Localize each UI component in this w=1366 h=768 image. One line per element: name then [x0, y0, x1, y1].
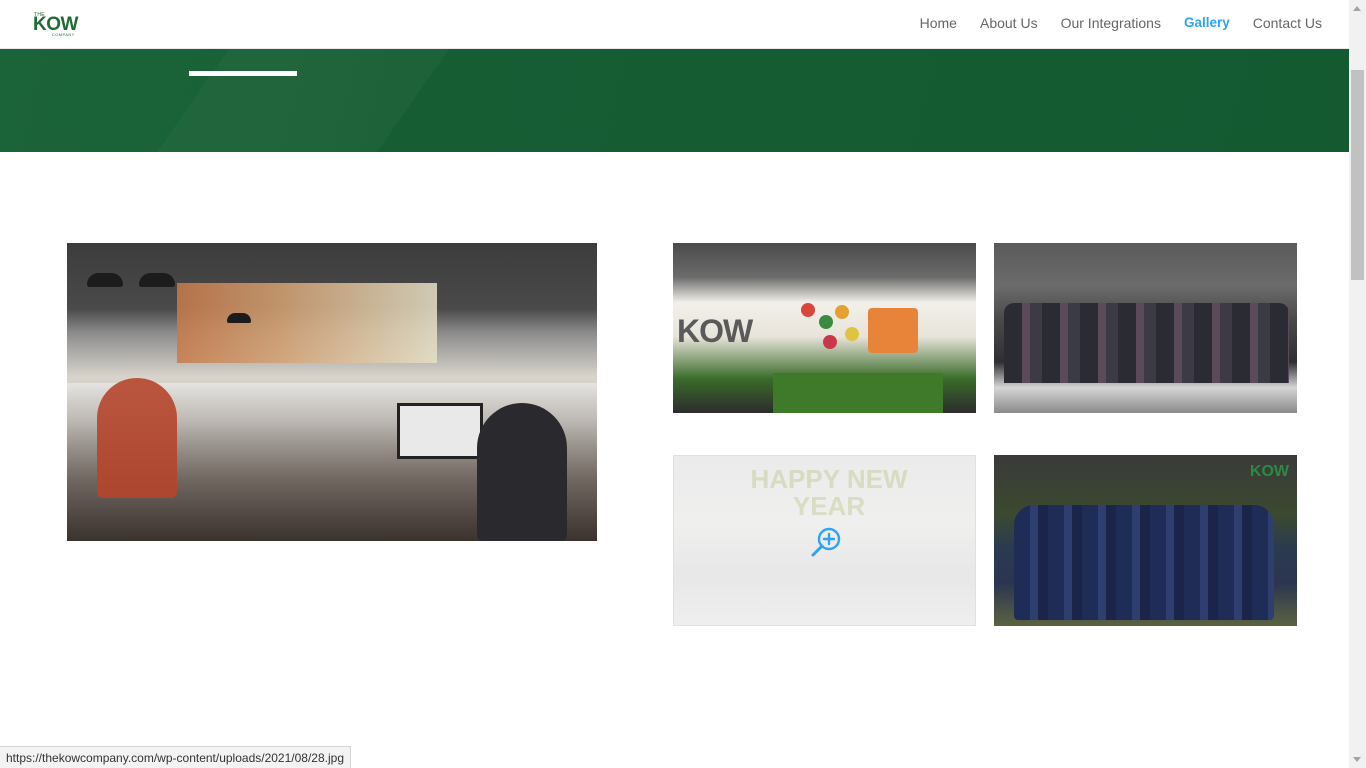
sports-team-group [1014, 505, 1274, 620]
stage-board [868, 308, 918, 353]
site-header: THE KOW COMPANY Home About Us Our Integr… [0, 0, 1349, 49]
office-wall [177, 283, 437, 363]
zoom-in-icon[interactable] [810, 526, 842, 558]
decor-dot [835, 305, 849, 319]
gallery-image-new-year[interactable]: HAPPY NEW YEAR [673, 455, 976, 626]
nav-our-integrations[interactable]: Our Integrations [1061, 15, 1161, 31]
gallery-image-team[interactable] [994, 243, 1297, 413]
title-underline [189, 71, 297, 76]
stage-platform [773, 373, 943, 413]
stage-logo-text: KOW [677, 313, 753, 349]
decor-dot [819, 315, 833, 329]
decor-dot [845, 327, 859, 341]
banner-decoration [89, 49, 491, 152]
team-group [1004, 303, 1289, 383]
nav-home[interactable]: Home [920, 15, 957, 31]
nav-gallery[interactable]: Gallery [1184, 15, 1230, 31]
kow-logo[interactable]: THE KOW COMPANY [32, 12, 80, 38]
lamp-shape [227, 313, 251, 323]
lamp-shape [139, 273, 175, 287]
office-person [477, 403, 567, 541]
sports-logo-text: KOW [1249, 463, 1289, 480]
nav-about-us[interactable]: About Us [980, 15, 1038, 31]
main-nav: Home About Us Our Integrations Gallery C… [920, 15, 1322, 31]
scrollbar-thumb[interactable] [1351, 70, 1364, 280]
scroll-down-arrow-icon[interactable] [1353, 757, 1361, 762]
gallery-image-stage[interactable]: KOW [673, 243, 976, 413]
decor-dot [823, 335, 837, 349]
gallery-image-sports-team[interactable]: KOW [994, 455, 1297, 626]
lamp-shape [87, 273, 123, 287]
page-banner [0, 49, 1349, 152]
vertical-scrollbar[interactable] [1349, 0, 1366, 768]
browser-status-url: https://thekowcompany.com/wp-content/upl… [0, 746, 351, 768]
gallery-image-office[interactable] [67, 243, 597, 541]
page: THE KOW COMPANY Home About Us Our Integr… [0, 0, 1366, 768]
new-year-text: HAPPY NEW YEAR [750, 464, 908, 521]
decor-dot [801, 303, 815, 317]
office-monitor [397, 403, 483, 459]
scroll-up-arrow-icon[interactable] [1353, 6, 1361, 11]
nav-contact-us[interactable]: Contact Us [1253, 15, 1322, 31]
logo-company-text: COMPANY [52, 32, 75, 37]
office-person [97, 378, 177, 498]
